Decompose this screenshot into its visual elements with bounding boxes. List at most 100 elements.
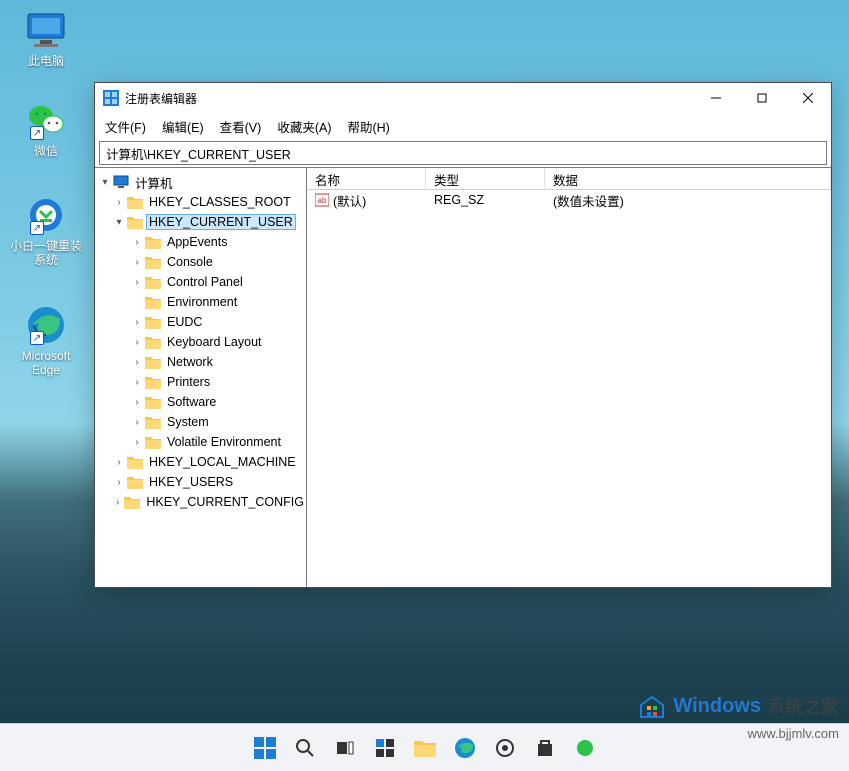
desktop-icon-wechat[interactable]: ↗ 微信 [8, 100, 84, 158]
list-cell-data: (数值未设置) [545, 191, 831, 210]
window-title: 注册表编辑器 [125, 90, 693, 107]
tree-node-label: HKEY_CURRENT_CONFIG [144, 495, 306, 509]
tree-node-keyboard-layout[interactable]: › Keyboard Layout [99, 332, 306, 352]
tree-twisty-icon[interactable]: › [113, 197, 125, 208]
tree-twisty-icon[interactable]: › [131, 437, 143, 448]
list-header: 名称 类型 数据 [307, 168, 831, 190]
watermark-brand: Windows [673, 695, 761, 718]
watermark-sub: 系统之家 [767, 693, 839, 719]
tree-twisty-icon[interactable]: › [131, 237, 143, 248]
tree-twisty-icon[interactable]: › [131, 417, 143, 428]
file-explorer-button[interactable] [405, 728, 445, 768]
menu-help[interactable]: 帮助(H) [347, 117, 389, 136]
maximize-button[interactable] [739, 83, 785, 113]
tree-twisty-icon[interactable]: › [113, 477, 125, 488]
tree-node-control-panel[interactable]: › Control Panel [99, 272, 306, 292]
tree-node-network[interactable]: ›Network [99, 352, 306, 372]
tree-node-environment[interactable]: Environment [99, 292, 306, 312]
svg-text:ab: ab [318, 196, 327, 205]
tree-twisty-icon[interactable]: ▾ [99, 177, 111, 188]
workarea: ▾ 计算机›HKEY_CLASSES_ROOT ▾ HKEY_CURRENT_USER… [95, 167, 831, 587]
desktop-icon-label: 此电脑 [28, 54, 64, 68]
menu-file[interactable]: 文件(F) [105, 117, 146, 136]
watermark-logo: Windows 系统之家 [637, 691, 839, 721]
tree-node-label: HKEY_CURRENT_USER [147, 215, 295, 229]
tree-twisty-icon[interactable]: › [131, 397, 143, 408]
tree-twisty-icon[interactable]: › [131, 357, 143, 368]
tree-node-hkey_users[interactable]: › HKEY_USERS [99, 472, 306, 492]
desktop-icon-edge[interactable]: ↗ Microsoft Edge [8, 305, 84, 378]
shortcut-overlay-icon: ↗ [30, 331, 44, 345]
wechat-taskbar-button[interactable] [565, 728, 605, 768]
menu-view[interactable]: 查看(V) [220, 117, 262, 136]
tree-node-label: AppEvents [165, 235, 229, 249]
shortcut-overlay-icon: ↗ [30, 126, 44, 140]
tree-node-console[interactable]: › Console [99, 252, 306, 272]
list-cell-name: ab(默认) [307, 191, 426, 210]
menu-favorites[interactable]: 收藏夹(A) [277, 117, 331, 136]
tree-root-computer[interactable]: ▾ 计算机 [99, 172, 306, 192]
desktop-icon-label: 微信 [34, 144, 58, 158]
settings-taskbar-button[interactable] [485, 728, 525, 768]
edge-taskbar-button[interactable] [445, 728, 485, 768]
tree-node-hkey_current_config[interactable]: › HKEY_CURRENT_CONFIG [99, 492, 306, 512]
watermark-url: www.bjjmlv.com [748, 726, 840, 741]
tree-node-label: Volatile Environment [165, 435, 283, 449]
col-name[interactable]: 名称 [307, 168, 426, 189]
tree-twisty-icon[interactable]: › [131, 277, 143, 288]
tree-node-label: Printers [165, 375, 212, 389]
col-type[interactable]: 类型 [426, 168, 545, 189]
tree-node-eudc[interactable]: › EUDC [99, 312, 306, 332]
tree-node-appevents[interactable]: › AppEvents [99, 232, 306, 252]
tree-twisty-icon[interactable]: › [113, 497, 122, 508]
task-view-button[interactable] [325, 728, 365, 768]
desktop-icon-label: Microsoft Edge [8, 349, 84, 378]
tree-node-label: EUDC [165, 315, 204, 329]
tree-node-software[interactable]: › Software [99, 392, 306, 412]
registry-tree[interactable]: ▾ 计算机›HKEY_CLASSES_ROOT ▾ HKEY_CURRENT_USER… [95, 168, 307, 587]
store-button[interactable] [525, 728, 565, 768]
regedit-app-icon [103, 90, 119, 106]
wechat-icon: ↗ [24, 100, 68, 140]
tree-twisty-icon[interactable]: › [131, 337, 143, 348]
tree-node-hkey_current_user[interactable]: ▾ HKEY_CURRENT_USER [99, 212, 306, 232]
tree-node-label: Control Panel [165, 275, 245, 289]
tree-node-label: HKEY_USERS [147, 475, 235, 489]
minimize-button[interactable] [693, 83, 739, 113]
address-bar[interactable]: 计算机\HKEY_CURRENT_USER [99, 141, 827, 165]
start-button[interactable] [245, 728, 285, 768]
tree-node-volatile-environment[interactable]: › Volatile Environment [99, 432, 306, 452]
desktop-icon-this-pc[interactable]: 此电脑 [8, 10, 84, 68]
tree-twisty-icon[interactable]: › [131, 377, 143, 388]
desktop-icon-label: 小白一键重装系统 [8, 239, 84, 268]
tree-node-label: Environment [165, 295, 239, 309]
regedit-window[interactable]: 注册表编辑器 文件(F) 编辑(E) 查看(V) 收藏夹(A) 帮助(H) 计算… [94, 82, 832, 588]
list-row[interactable]: ab(默认)REG_SZ(数值未设置) [307, 190, 831, 210]
widgets-button[interactable] [365, 728, 405, 768]
tree-node-label: Console [165, 255, 215, 269]
edge-icon: ↗ [24, 305, 68, 345]
tree-node-label: HKEY_LOCAL_MACHINE [147, 455, 298, 469]
xiaobai-icon: ↗ [24, 195, 68, 235]
tree-node-label: Keyboard Layout [165, 335, 264, 349]
search-button[interactable] [285, 728, 325, 768]
shortcut-overlay-icon: ↗ [30, 221, 44, 235]
tree-node-label: Software [165, 395, 218, 409]
tree-node-hkey_local_machine[interactable]: › HKEY_LOCAL_MACHINE [99, 452, 306, 472]
titlebar[interactable]: 注册表编辑器 [95, 83, 831, 113]
col-data[interactable]: 数据 [545, 168, 831, 189]
tree-twisty-icon[interactable]: ▾ [113, 217, 125, 228]
tree-twisty-icon[interactable]: › [113, 457, 125, 468]
desktop-icon-xiaobai[interactable]: ↗ 小白一键重装系统 [8, 195, 84, 268]
menu-edit[interactable]: 编辑(E) [162, 117, 204, 136]
tree-node-label: 计算机 [133, 173, 175, 192]
taskbar[interactable] [0, 723, 849, 771]
tree-twisty-icon[interactable]: › [131, 257, 143, 268]
tree-node-system[interactable]: ›System [99, 412, 306, 432]
tree-twisty-icon[interactable]: › [131, 317, 143, 328]
tree-node-hkey_classes_root[interactable]: ›HKEY_CLASSES_ROOT [99, 192, 306, 212]
value-list[interactable]: 名称 类型 数据 ab(默认)REG_SZ(数值未设置) [307, 168, 831, 587]
tree-node-printers[interactable]: › Printers [99, 372, 306, 392]
menubar: 文件(F) 编辑(E) 查看(V) 收藏夹(A) 帮助(H) [95, 113, 831, 139]
close-button[interactable] [785, 83, 831, 113]
